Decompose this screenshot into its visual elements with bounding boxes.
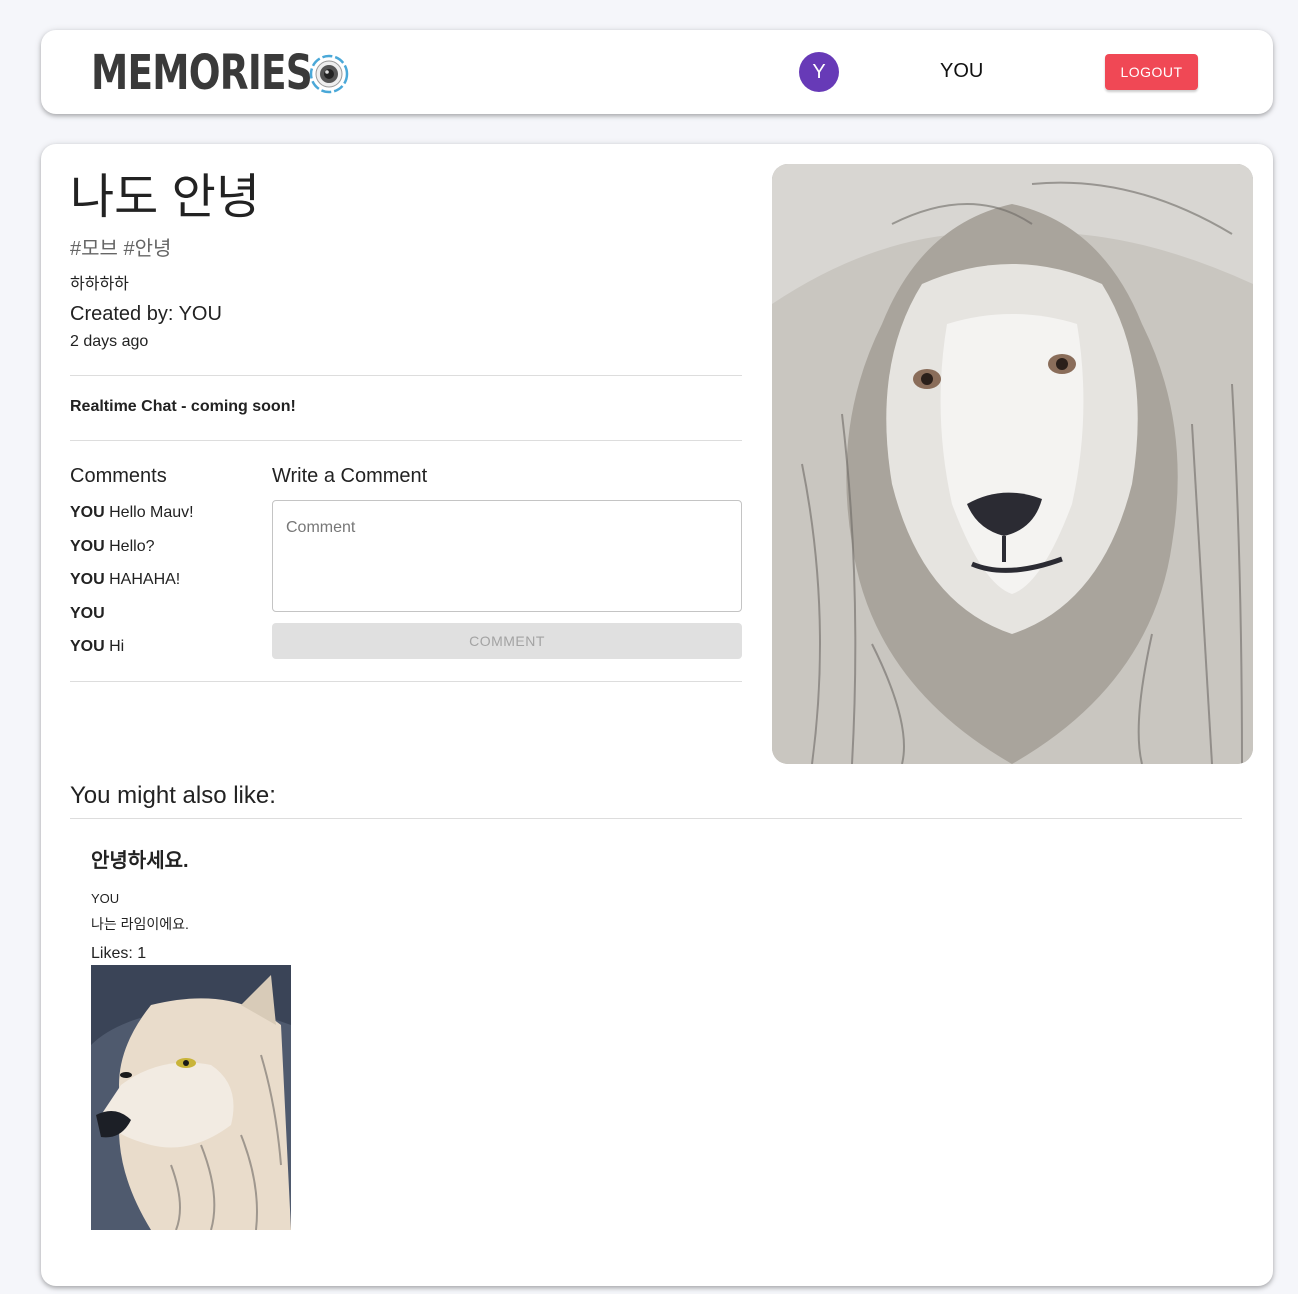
brand[interactable]: MEMORIES — [91, 48, 349, 98]
post-tags: #모브 #안녕 — [70, 238, 172, 260]
recommended-post-message: 나는 라임이에요. — [91, 916, 189, 932]
recommended-post-author: YOU — [91, 891, 120, 906]
recommended-post-title[interactable]: 안녕하세요. — [91, 844, 311, 873]
comment-author: YOU — [70, 638, 105, 655]
comment-text: Hello? — [109, 537, 155, 555]
wolf-illustration — [91, 965, 291, 1230]
comment-text: Hi — [109, 638, 125, 655]
divider — [70, 375, 742, 376]
comment-item: YOU — [70, 605, 260, 639]
brand-text[interactable]: MEMORIES — [91, 48, 313, 98]
write-comment-heading: Write a Comment — [272, 465, 428, 487]
username-label: YOU — [940, 60, 984, 82]
comment-item: YOU HAHAHA! — [70, 571, 260, 605]
comment-item: YOU Hello Mauv! — [70, 504, 260, 538]
comment-submit-button[interactable]: COMMENT — [272, 623, 742, 659]
recommended-heading: You might also like: — [70, 782, 276, 809]
lion-illustration — [772, 164, 1253, 764]
comment-author: YOU — [70, 537, 105, 555]
recommended-post-image-wolf[interactable] — [91, 965, 291, 1230]
recommended-post-card[interactable]: 안녕하세요. YOU 나는 라임이에요. Likes: 1 — [91, 844, 311, 1230]
comments-heading: Comments — [70, 465, 167, 487]
comment-item: YOU Hello? — [70, 538, 260, 572]
divider — [70, 681, 742, 682]
comment-text: HAHAHA! — [109, 571, 181, 588]
comment-list: YOU Hello Mauv! YOU Hello? YOU HAHAHA! Y… — [70, 504, 260, 672]
post-time: 2 days ago — [70, 333, 149, 350]
post-title: 나도 안녕 — [70, 171, 260, 224]
post-message: 하하하하 — [70, 276, 129, 293]
comment-item: YOU Hi — [70, 638, 260, 672]
comment-author: YOU — [70, 571, 105, 588]
logout-button[interactable]: LOGOUT — [1105, 54, 1198, 90]
comment-author: YOU — [70, 504, 105, 521]
post-details-card: 나도 안녕 #모브 #안녕 하하하하 Created by: YOU 2 day… — [41, 144, 1273, 1286]
comment-field[interactable] — [272, 500, 742, 612]
avatar[interactable]: Y — [799, 52, 839, 92]
comment-author: YOU — [70, 604, 105, 622]
divider — [70, 440, 742, 441]
divider — [70, 818, 1242, 819]
recommended-post-likes: Likes: 1 — [91, 945, 147, 962]
camera-lens-icon — [309, 54, 349, 94]
post-creator: Created by: YOU — [70, 303, 222, 325]
post-image-lion — [772, 164, 1253, 764]
app-bar: MEMORIES Y YOU LOGOUT — [41, 30, 1273, 114]
comment-text: Hello Mauv! — [109, 504, 194, 521]
comment-input[interactable] — [273, 501, 741, 611]
chat-notice: Realtime Chat - coming soon! — [70, 398, 296, 415]
